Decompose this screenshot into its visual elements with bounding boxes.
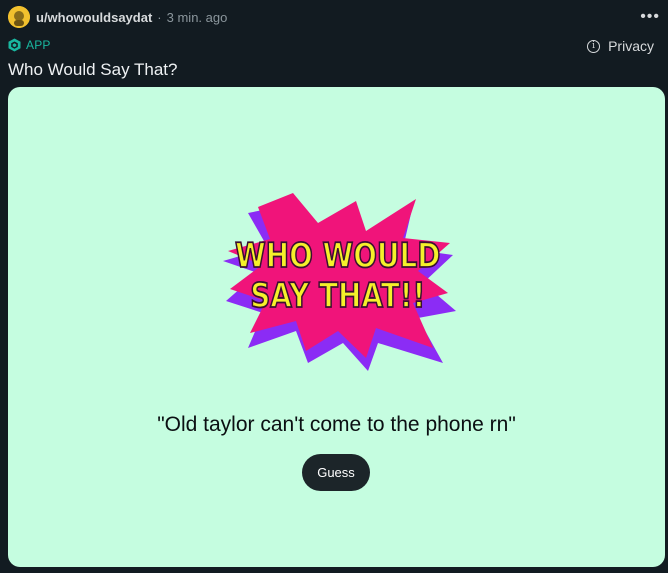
avatar-icon <box>8 6 30 28</box>
post-title[interactable]: Who Would Say That? <box>8 60 177 80</box>
app-card: WHO WOULD SAY THAT!! "Old taylor can't c… <box>8 87 665 567</box>
app-badge-label: APP <box>26 38 51 52</box>
more-options-icon: ••• <box>640 8 660 25</box>
more-options-button[interactable]: ••• <box>640 6 660 28</box>
logo-line-1: WHO WOULD <box>235 236 440 275</box>
post-header: u/whowouldsaydat · 3 min. ago ••• <box>8 6 660 28</box>
logo-line-2: SAY THAT!! <box>250 276 425 315</box>
info-icon: i <box>587 39 601 53</box>
post-timestamp: 3 min. ago <box>166 9 228 25</box>
quote-text: "Old taylor can't come to the phone rn" <box>157 413 516 436</box>
guess-button[interactable]: Guess <box>302 454 370 491</box>
separator-dot: · <box>157 9 162 25</box>
privacy-label: Privacy <box>608 38 654 54</box>
who-would-say-that-logo: WHO WOULD SAY THAT!! <box>223 193 456 371</box>
app-cube-icon <box>8 38 21 52</box>
username-link[interactable]: u/whowouldsaydat <box>36 10 152 25</box>
privacy-button[interactable]: i Privacy <box>587 38 654 54</box>
app-badge: APP <box>8 37 51 53</box>
avatar[interactable] <box>8 6 30 28</box>
post-container: u/whowouldsaydat · 3 min. ago ••• APP i … <box>0 0 668 573</box>
